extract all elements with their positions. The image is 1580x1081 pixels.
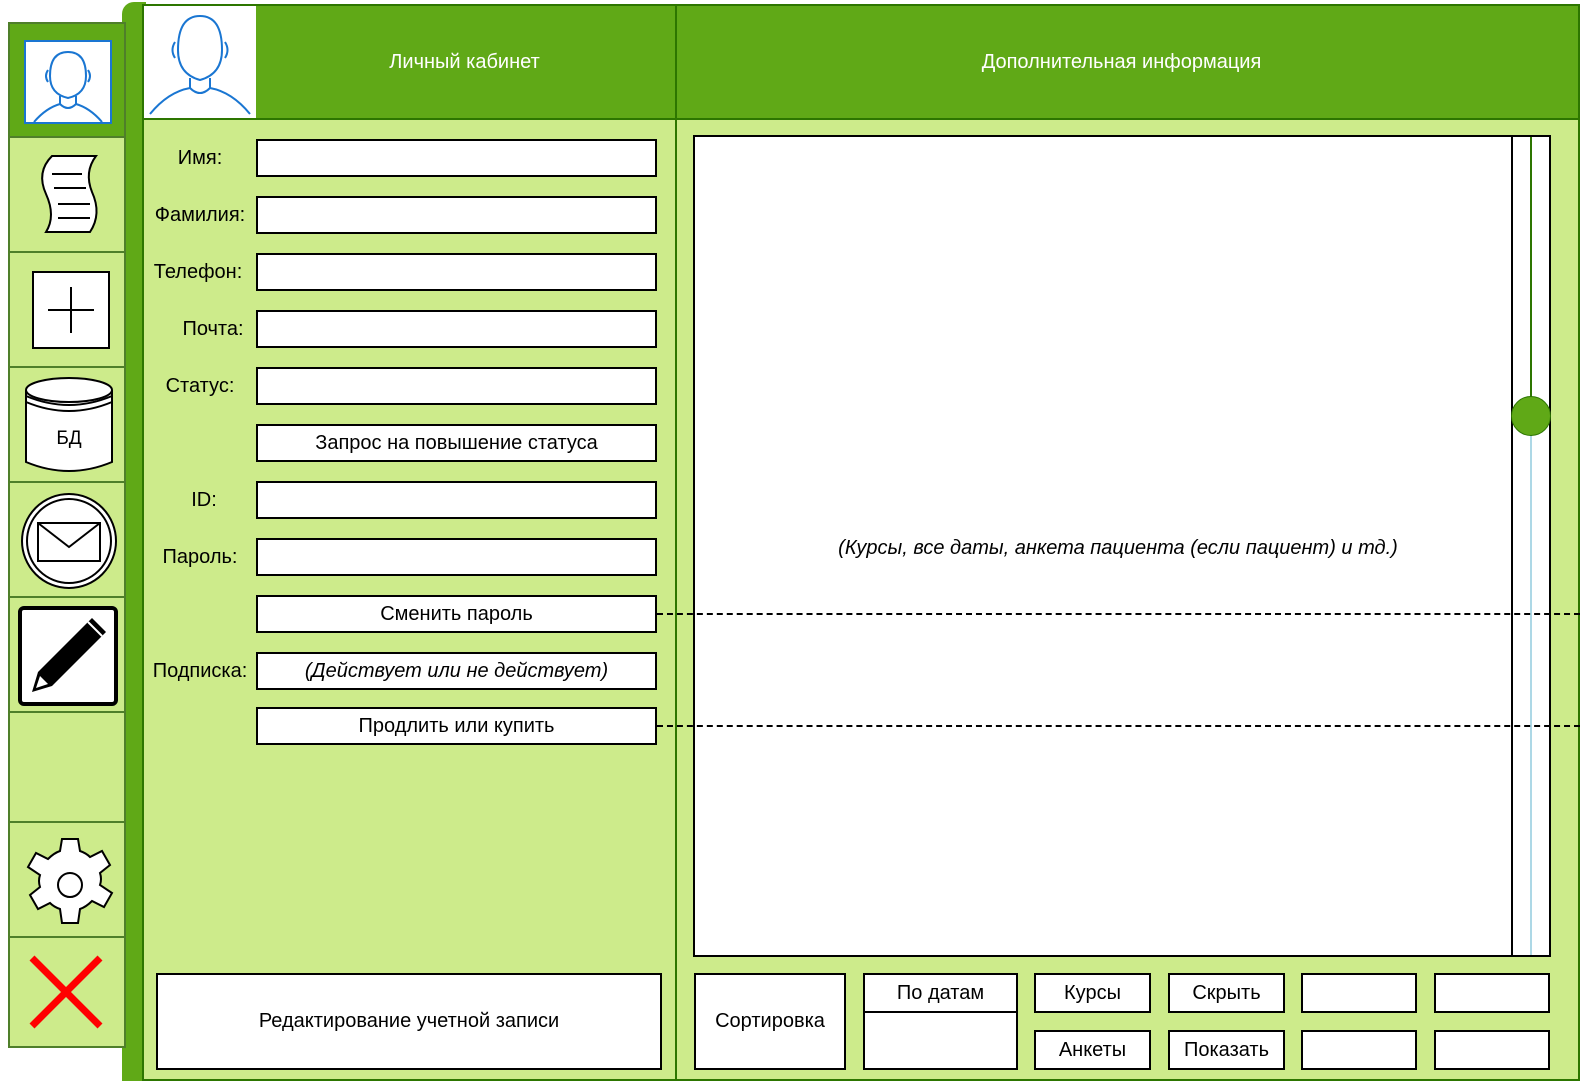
info-header: Дополнительная информация: [675, 4, 1580, 120]
sort-by-dates-button[interactable]: По датам: [863, 973, 1018, 1013]
profile-avatar: [144, 6, 256, 118]
id-field[interactable]: [256, 481, 657, 519]
password-label: Пароль:: [162, 545, 238, 568]
sidebar-item-edit[interactable]: [8, 596, 126, 713]
subscription-label: Подписка:: [152, 659, 248, 682]
scrollbar-track-upper: [1530, 137, 1532, 417]
subscription-value: (Действует или не действует): [256, 652, 657, 690]
sidebar-item-settings[interactable]: [8, 821, 126, 938]
envelope-icon: [20, 491, 118, 591]
courses-button[interactable]: Курсы: [1034, 973, 1151, 1013]
user-icon: [24, 40, 112, 124]
status-label: Статус:: [165, 374, 235, 397]
questionnaires-button[interactable]: Анкеты: [1034, 1030, 1151, 1070]
email-field[interactable]: [256, 310, 657, 348]
name-label: Имя:: [177, 146, 223, 169]
phone-field[interactable]: [256, 253, 657, 291]
show-button[interactable]: Показать: [1168, 1030, 1285, 1070]
sidebar-item-database[interactable]: БД: [8, 366, 126, 483]
profile-title: Личный кабинет: [389, 50, 540, 73]
sidebar-item-empty: [8, 711, 126, 823]
sidebar-item-add[interactable]: [8, 251, 126, 368]
guide-line-change-password: [657, 613, 1580, 615]
phone-label: Телефон:: [153, 260, 243, 283]
scrollbar-thumb[interactable]: [1511, 396, 1551, 436]
sidebar-item-documents[interactable]: [8, 136, 126, 253]
sidebar-item-close[interactable]: [8, 936, 126, 1048]
info-placeholder-text: (Курсы, все даты, анкета пациента (если …: [838, 536, 1398, 559]
surname-label: Фамилия:: [154, 203, 246, 226]
change-password-button[interactable]: Сменить пароль: [256, 595, 657, 633]
pencil-icon: [18, 606, 118, 706]
info-title: Дополнительная информация: [981, 50, 1262, 73]
renew-subscription-button[interactable]: Продлить или купить: [256, 707, 657, 745]
database-label: БД: [56, 428, 82, 449]
gear-icon: [22, 831, 118, 931]
guide-line-renew: [657, 725, 1580, 727]
status-request-button[interactable]: Запрос на повышение статуса: [256, 424, 657, 462]
scroll-icon: [32, 152, 108, 238]
sidebar-item-messages[interactable]: [8, 481, 126, 598]
close-icon: [26, 952, 106, 1032]
hide-button[interactable]: Скрыть: [1168, 973, 1285, 1013]
password-field[interactable]: [256, 538, 657, 576]
edit-account-button[interactable]: Редактирование учетной записи: [156, 973, 662, 1070]
sidebar-item-profile[interactable]: [8, 22, 126, 138]
empty-button[interactable]: [1301, 1030, 1417, 1070]
status-field[interactable]: [256, 367, 657, 405]
name-field[interactable]: [256, 139, 657, 177]
scrollbar-track-lower: [1530, 417, 1532, 955]
info-scrollbar[interactable]: [1511, 137, 1551, 955]
empty-button[interactable]: [1434, 1030, 1550, 1070]
empty-button[interactable]: [1301, 973, 1417, 1013]
surname-field[interactable]: [256, 196, 657, 234]
sort-label: Сортировка: [694, 973, 846, 1070]
sort-by-dates-dropdown[interactable]: [863, 1011, 1018, 1070]
plus-icon: [32, 271, 110, 349]
id-label: ID:: [191, 488, 217, 511]
empty-button[interactable]: [1434, 973, 1550, 1013]
